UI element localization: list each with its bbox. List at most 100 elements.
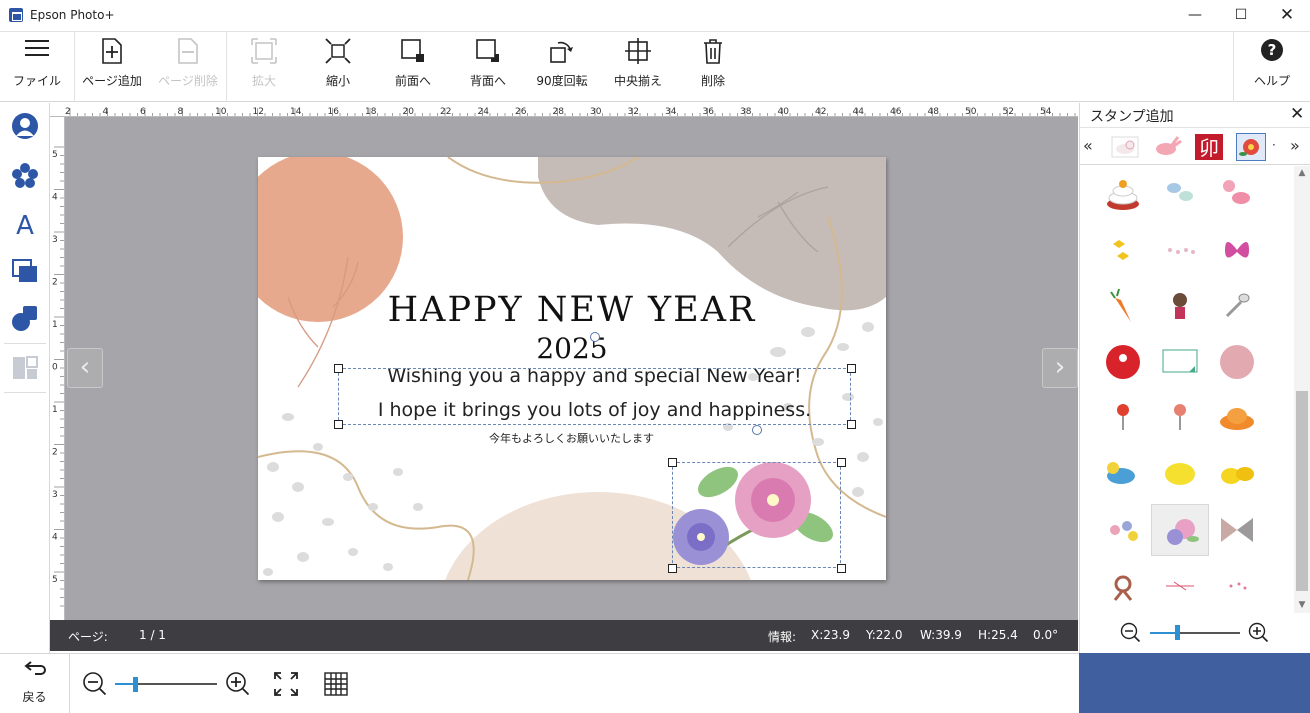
file-button[interactable]: ファイル xyxy=(0,32,74,102)
rail-text[interactable]: A xyxy=(0,201,50,247)
card-message-japanese[interactable]: 今年もよろしくお願いいたします xyxy=(438,430,705,446)
card-title[interactable]: HAPPY NEW YEAR xyxy=(258,290,886,330)
rail-layout[interactable] xyxy=(0,345,50,391)
stamp-shovel[interactable] xyxy=(1208,280,1266,332)
resize-handle[interactable] xyxy=(334,420,343,429)
stamp-ribbon[interactable] xyxy=(1208,504,1266,556)
minimize-button[interactable]: — xyxy=(1172,0,1218,31)
stamp-red-sparkle[interactable] xyxy=(1151,560,1209,612)
scroll-thumb[interactable] xyxy=(1296,391,1308,591)
stamp-small-dots[interactable] xyxy=(1151,224,1209,276)
ruler-label: 34 xyxy=(665,107,677,117)
title-bar: Epson Photo+ — ☐ ✕ xyxy=(0,0,1310,32)
expand-button[interactable]: 拡大 xyxy=(226,32,302,102)
stamp-girl-figure[interactable] xyxy=(1151,280,1209,332)
greeting-card[interactable]: HAPPY NEW YEAR 2025 Wishing you a happy … xyxy=(258,157,886,580)
center-align-button[interactable]: 中央揃え xyxy=(600,32,676,102)
back-arrow-icon xyxy=(0,660,69,685)
expand-label: 拡大 xyxy=(251,74,276,88)
stamp-kagami-mochi[interactable] xyxy=(1094,168,1152,220)
rotate90-button[interactable]: 90度回転 xyxy=(524,32,600,102)
stamp-zoom-thumb[interactable] xyxy=(1175,625,1180,640)
category-rabbit[interactable] xyxy=(1152,133,1182,161)
text-selection-box[interactable] xyxy=(338,368,851,425)
zoom-in-icon[interactable] xyxy=(225,671,251,697)
stamp-flower-dots[interactable] xyxy=(1094,504,1152,556)
category-camellia[interactable] xyxy=(1236,133,1266,161)
stamp-red-balloon[interactable] xyxy=(1094,392,1152,444)
stamp-zoom-in-icon[interactable] xyxy=(1248,622,1270,644)
resize-handle[interactable] xyxy=(334,364,343,373)
stamp-brown-ribbon[interactable] xyxy=(1094,560,1152,612)
resize-handle[interactable] xyxy=(847,420,856,429)
add-page-button[interactable]: ページ追加 xyxy=(74,32,150,102)
back-button[interactable]: 戻る xyxy=(0,654,70,713)
rotate-handle[interactable] xyxy=(590,332,600,342)
rail-stamp[interactable] xyxy=(0,153,50,199)
center-align-icon xyxy=(600,37,676,67)
category-prev-button[interactable]: « xyxy=(1083,136,1093,155)
ruler-label: 40 xyxy=(778,107,790,117)
ruler-label: 2 xyxy=(52,278,58,288)
resize-handle[interactable] xyxy=(847,364,856,373)
rail-person[interactable] xyxy=(0,103,50,149)
rabbit-card-icon xyxy=(1111,136,1139,158)
expand-icon xyxy=(226,37,302,67)
delete-page-button[interactable]: ページ削除 xyxy=(150,32,226,102)
stamp-panel-close-button[interactable]: ✕ xyxy=(1290,104,1304,124)
stamp-yellow-flowers[interactable] xyxy=(1094,224,1152,276)
ruler-label: 4 xyxy=(52,193,58,203)
ruler-label: 0 xyxy=(52,363,58,373)
rail-frame[interactable] xyxy=(0,248,50,294)
stamp-scrollbar[interactable]: ▲ ▼ xyxy=(1294,166,1310,613)
stamp-zoom-out-icon[interactable] xyxy=(1120,622,1142,644)
category-next-button[interactable]: » xyxy=(1290,136,1300,155)
blue-fish-icon xyxy=(1107,462,1135,484)
close-window-button[interactable]: ✕ xyxy=(1264,0,1310,31)
grid-icon[interactable] xyxy=(323,671,349,697)
previous-page-button[interactable]: ‹ xyxy=(67,348,103,388)
scroll-down-arrow[interactable]: ▼ xyxy=(1294,600,1310,610)
send-back-label: 背面へ xyxy=(469,74,506,88)
canvas-zoom-thumb[interactable] xyxy=(133,677,138,692)
stamp-pink-shells[interactable] xyxy=(1208,168,1266,220)
stamp-blue-fish[interactable] xyxy=(1094,448,1152,500)
ruler-label: 46 xyxy=(890,107,902,117)
maximize-button[interactable]: ☐ xyxy=(1218,0,1264,31)
help-label: ヘルプ xyxy=(1253,74,1290,88)
resize-handle[interactable] xyxy=(837,564,846,573)
scroll-up-arrow[interactable]: ▲ xyxy=(1294,168,1310,178)
rotate-handle[interactable] xyxy=(752,425,762,435)
stamp-pink-circle[interactable] xyxy=(1208,336,1266,388)
trash-icon xyxy=(675,37,751,67)
next-page-button[interactable]: › xyxy=(1042,348,1078,388)
category-more[interactable]: · xyxy=(1272,138,1276,152)
resize-handle[interactable] xyxy=(668,458,677,467)
stamp-pink-balloon[interactable] xyxy=(1151,392,1209,444)
help-button[interactable]: ? ヘルプ xyxy=(1234,32,1310,102)
stamp-yellow-lemon[interactable] xyxy=(1151,448,1209,500)
resize-handle[interactable] xyxy=(668,564,677,573)
category-kanji-u[interactable]: 卯 xyxy=(1194,133,1224,161)
stamp-white-card[interactable] xyxy=(1151,336,1209,388)
stamp-morning-glory[interactable] xyxy=(1151,504,1209,556)
send-back-button[interactable]: 背面へ xyxy=(450,32,526,102)
delete-button[interactable]: 削除 xyxy=(675,32,751,102)
stamp-carrot[interactable] xyxy=(1094,280,1152,332)
bring-front-button[interactable]: 前面へ xyxy=(375,32,451,102)
stamp-yellow-fruits[interactable] xyxy=(1208,448,1266,500)
category-rabbit-card[interactable] xyxy=(1110,133,1140,161)
editing-canvas[interactable]: ‹ › HAPPY NEW YEAR 2025 Wishing you a ha… xyxy=(65,117,1078,620)
fit-to-window-icon[interactable] xyxy=(273,671,299,697)
stamp-selection-box[interactable] xyxy=(672,462,841,568)
card-year[interactable]: 2025 xyxy=(258,332,886,365)
stamp-orange-hat[interactable] xyxy=(1208,392,1266,444)
shrink-button[interactable]: 縮小 xyxy=(300,32,376,102)
rail-shape[interactable] xyxy=(0,295,50,341)
resize-handle[interactable] xyxy=(837,458,846,467)
stamp-red-badge[interactable] xyxy=(1094,336,1152,388)
stamp-pink-butterfly[interactable] xyxy=(1208,224,1266,276)
zoom-out-icon[interactable] xyxy=(82,671,108,697)
stamp-pink-sparkle[interactable] xyxy=(1208,560,1266,612)
stamp-blue-shells[interactable] xyxy=(1151,168,1209,220)
